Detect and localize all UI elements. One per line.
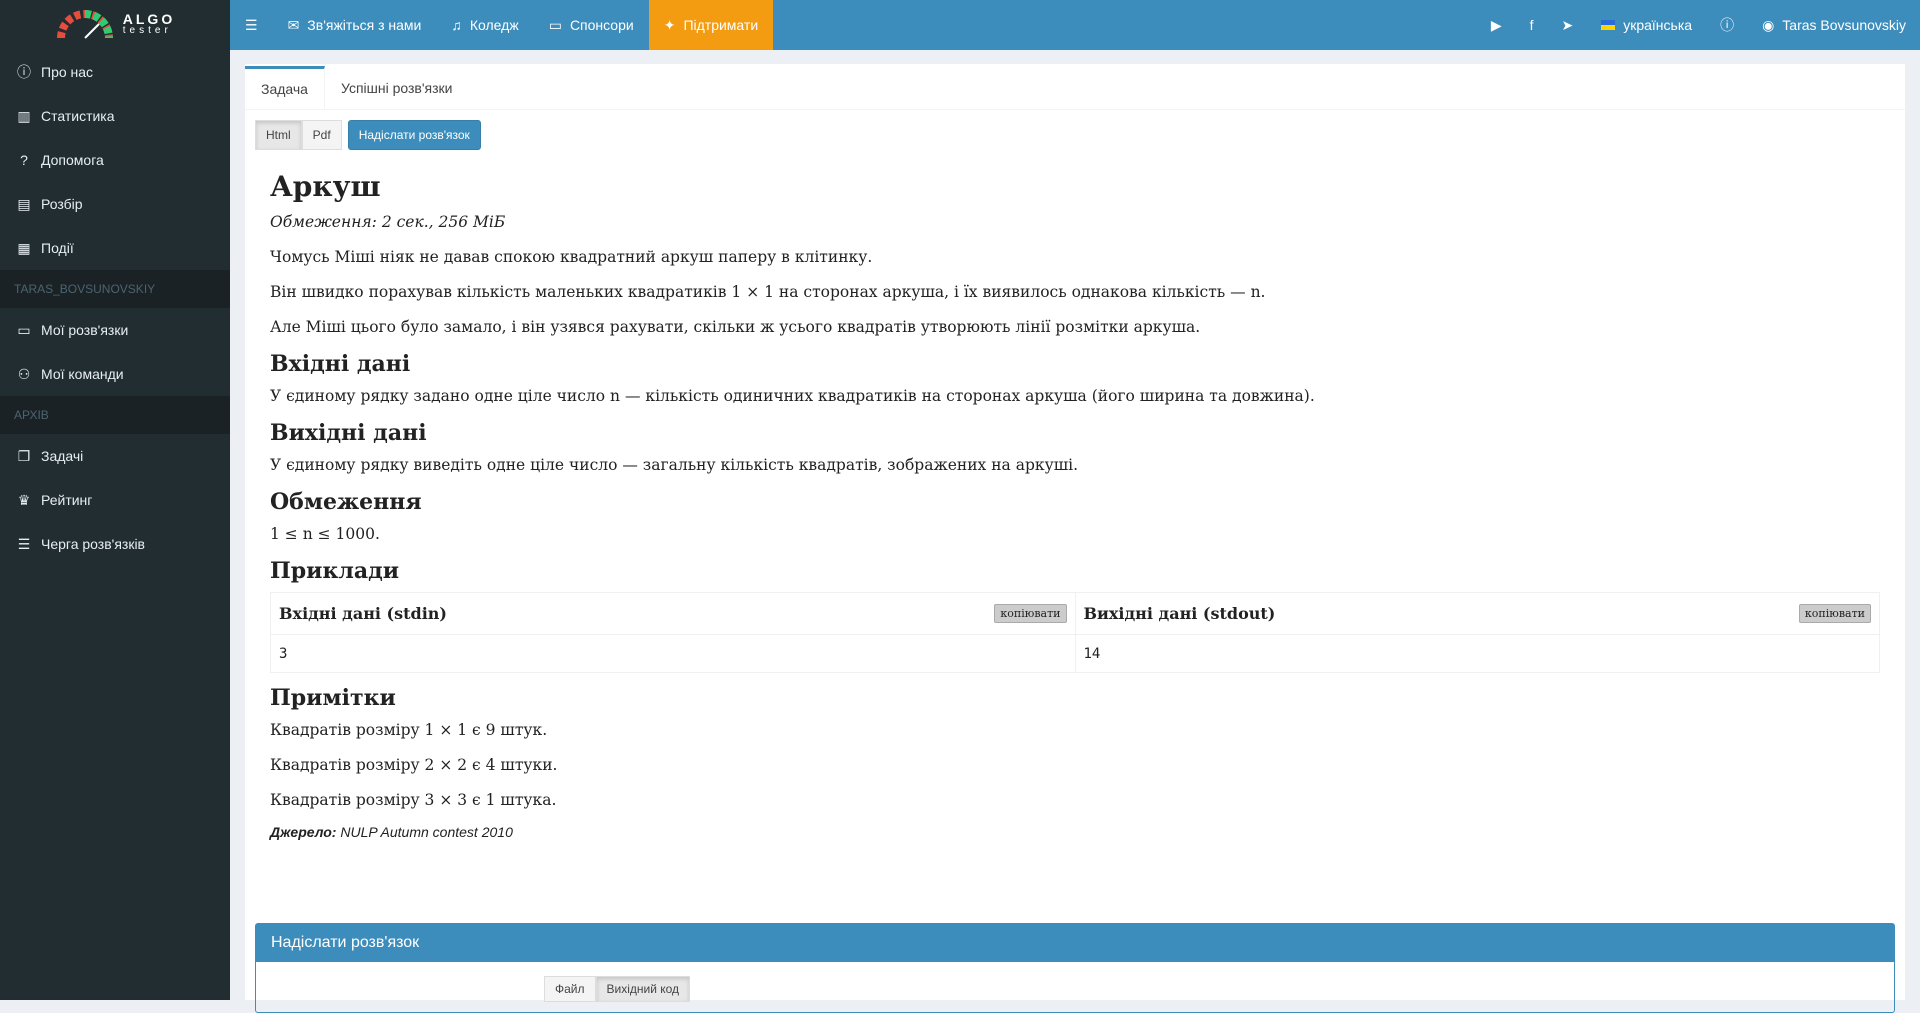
view-buttons: Html Pdf Надіслати розв'язок: [245, 110, 1905, 150]
sidebar-item-about[interactable]: ⓘ Про нас: [0, 50, 230, 94]
source-code-tab[interactable]: Вихідний код: [595, 976, 691, 1002]
sidebar-user-header: TARAS_BOVSUNOVSKIY: [0, 270, 230, 308]
hamburger-icon: ☰: [245, 16, 258, 33]
info-icon: ⓘ: [17, 64, 31, 80]
user-icon: ◉: [1762, 16, 1775, 33]
examples-table: Вхідні дані (stdin) копіювати Вихідні дан…: [270, 592, 1880, 673]
pdf-view-button[interactable]: Pdf: [301, 120, 342, 150]
sidebar-item-statistics[interactable]: ▥ Статистика: [0, 94, 230, 138]
copy-stdout-button[interactable]: копіювати: [1798, 604, 1871, 623]
sidebar-item-events[interactable]: ▦ Події: [0, 226, 230, 270]
sidebar-item-problems[interactable]: ❐ Задачі: [0, 434, 230, 478]
submit-solution-button[interactable]: Надіслати розв'язок: [347, 120, 481, 150]
stdout-value: 14: [1074, 634, 1880, 673]
stdin-value: 3: [270, 634, 1076, 673]
info-link[interactable]: ⓘ: [1706, 0, 1748, 50]
file-upload-tab[interactable]: Файл: [544, 976, 596, 1002]
logo[interactable]: ALGO tester: [0, 0, 230, 50]
statement-paragraph: Він швидко порахував кількість маленьких…: [270, 283, 1266, 301]
question-icon: ?: [20, 152, 28, 168]
problem-title: Аркуш: [270, 170, 381, 203]
users-icon: ⚇: [17, 365, 31, 382]
sidebar-item-my-teams[interactable]: ⚇ Мої команди: [0, 352, 230, 396]
note-line: Квадратів розміру 2 × 2 є 4 штуки.: [270, 756, 558, 774]
bar-chart-icon: ▥: [17, 107, 31, 124]
submit-panel-title: Надіслати розв'язок: [256, 924, 1894, 962]
tab-problem[interactable]: Задача: [245, 66, 325, 109]
facebook-link[interactable]: f: [1516, 0, 1548, 50]
output-text: У єдиному рядку виведіть одне ціле число…: [270, 456, 1078, 474]
telegram-icon: ➤: [1561, 16, 1574, 33]
input-heading: Вхідні дані: [270, 351, 411, 377]
examples-heading: Приклади: [270, 558, 400, 584]
input-text: У єдиному рядку задано одне ціле число n…: [270, 387, 1315, 405]
problem-source: Джерело: NULP Autumn contest 2010: [270, 824, 513, 840]
output-heading: Вихідні дані: [270, 420, 427, 446]
sidebar-item-editorial[interactable]: ▤ Розбір: [0, 182, 230, 226]
sidebar-item-my-solutions[interactable]: ▭ Мої розв'язки: [0, 308, 230, 352]
constraints-heading: Обмеження: [270, 489, 422, 515]
trophy-icon: ♛: [17, 491, 31, 508]
list-icon: ☰: [17, 535, 31, 552]
problem-limits: Обмеження: 2 сек., 256 МіБ: [270, 213, 506, 231]
info-icon: ⓘ: [1720, 17, 1735, 33]
youtube-icon: ▶: [1490, 16, 1502, 33]
sidebar-archive-header: АРХІВ: [0, 396, 230, 434]
note-line: Квадратів розміру 3 × 3 є 1 штука.: [270, 791, 557, 809]
bell-icon: ♫: [451, 17, 462, 33]
support-link[interactable]: ✦ Підтримати: [648, 0, 774, 50]
problem-panel: Задача Успішні розв'язки Html Pdf Надісл…: [245, 64, 1905, 1013]
constraints-text: 1 ≤ n ≤ 1000.: [270, 525, 380, 543]
copy-stdin-button[interactable]: копіювати: [994, 604, 1067, 623]
sidebar-item-help[interactable]: ? Допомога: [0, 138, 230, 182]
menu-toggle-button[interactable]: ☰: [230, 0, 273, 50]
top-navbar: ☰ ✉ Зв'яжіться з нами ♫ Коледж ▭ Спонсори ✦…: [230, 0, 1920, 50]
facebook-icon: f: [1529, 17, 1534, 33]
contact-link[interactable]: ✉ Зв'яжіться з нами: [273, 0, 437, 50]
sidebar-item-queue[interactable]: ☰ Черга розв'язків: [0, 522, 230, 566]
language-selector[interactable]: українська: [1587, 0, 1706, 50]
calendar-icon: ▦: [17, 239, 31, 256]
handshake-icon: ✦: [663, 16, 676, 33]
sidebar-menu-main: ⓘ Про нас ▥ Статистика ? Допомога ▤ Розбір ▦…: [0, 50, 230, 270]
html-view-button[interactable]: Html: [255, 120, 302, 150]
user-menu[interactable]: ◉ Taras Bovsunovskiy: [1748, 0, 1920, 50]
statement-paragraph: Чомусь Міші ніяк не давав спокою квадрат…: [270, 248, 873, 266]
stdout-header: Вихідні дані (stdout) копіювати: [1074, 592, 1880, 635]
stdin-header: Вхідні дані (stdin) копіювати: [270, 592, 1076, 635]
problem-statement: Аркуш Обмеження: 2 сек., 256 МіБ Чомусь …: [245, 150, 1905, 840]
copy-icon: ❐: [17, 447, 31, 464]
book-icon: ▤: [17, 195, 31, 212]
card-icon: ▭: [548, 16, 562, 33]
envelope-icon: ✉: [287, 16, 300, 33]
logo-gauge-icon: [56, 10, 113, 39]
notes-heading: Примітки: [270, 685, 396, 711]
tab-successful-solutions[interactable]: Успішні розв'язки: [325, 66, 469, 109]
sidebar-item-rating[interactable]: ♛ Рейтинг: [0, 478, 230, 522]
logo-subtitle: tester: [122, 25, 172, 36]
sponsors-link[interactable]: ▭ Спонсори: [534, 0, 649, 50]
logo-title: ALGO: [122, 11, 176, 27]
tabs: Задача Успішні розв'язки: [245, 66, 1905, 110]
document-icon: ▭: [17, 321, 31, 338]
ukraine-flag-icon: [1601, 20, 1616, 30]
sidebar: ALGO tester ⓘ Про нас ▥ Статистика ? Допомо…: [0, 0, 230, 1000]
youtube-link[interactable]: ▶: [1477, 0, 1516, 50]
telegram-link[interactable]: ➤: [1547, 0, 1587, 50]
note-line: Квадратів розміру 1 × 1 є 9 штук.: [270, 721, 548, 739]
statement-paragraph: Але Міші цього було замало, і він узявся…: [270, 318, 1201, 336]
college-link[interactable]: ♫ Коледж: [436, 0, 533, 50]
